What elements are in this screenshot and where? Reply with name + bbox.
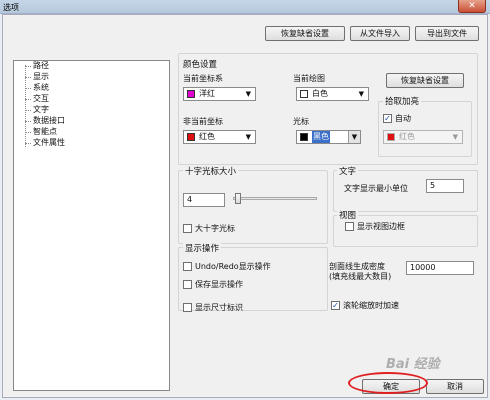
text-group-title: 文字: [337, 165, 359, 177]
swatch-icon: [300, 133, 308, 141]
crosshair-size-input[interactable]: 4: [183, 193, 225, 207]
noncurrent-axis-label: 非当前坐标: [183, 117, 223, 126]
checkbox-icon: [345, 222, 354, 231]
export-file-button[interactable]: 导出到文件: [415, 26, 479, 41]
dialog-content: 恢复缺省设置 从文件导入 导出到文件 路径 显示 系统 交互 文字 数据接口 智…: [2, 14, 488, 398]
baidu-watermark: Bai 经验: [386, 357, 440, 372]
swatch-icon: [187, 133, 195, 141]
checkbox-icon: [183, 224, 192, 233]
checkbox-icon: [183, 303, 192, 312]
category-tree: 路径 显示 系统 交互 文字 数据接口 智能点 文件属性: [13, 60, 170, 391]
cursor-label: 光标: [293, 117, 309, 126]
crosshair-slider-thumb[interactable]: [235, 193, 241, 204]
crosshair-slider[interactable]: [233, 197, 317, 200]
display-ops-title: 显示操作: [183, 242, 222, 254]
min-unit-label: 文字显示最小单位: [344, 184, 408, 193]
checkbox-icon: [183, 262, 192, 271]
checkmark-icon: ✓: [383, 114, 392, 123]
import-file-button[interactable]: 从文件导入: [350, 26, 410, 41]
restore-defaults-top-button[interactable]: 恢复缺省设置: [265, 26, 345, 41]
cancel-button[interactable]: 取消: [426, 379, 484, 394]
show-dimension-checkbox[interactable]: 显示尺寸标识: [183, 303, 283, 313]
dropdown-arrow-icon: ▼: [358, 90, 364, 98]
options-window: 选项 ✕ 恢复缺省设置 从文件导入 导出到文件 路径 显示 系统 交互 文字 数…: [0, 0, 490, 400]
dropdown-arrow-icon: ▼: [245, 133, 251, 141]
save-display-checkbox[interactable]: 保存显示操作: [183, 280, 283, 290]
cursor-color-select[interactable]: 黑色 ▼: [296, 130, 361, 144]
checkbox-icon: [183, 280, 192, 289]
crosshair-title: 十字光标大小: [183, 165, 239, 177]
close-button[interactable]: ✕: [458, 0, 486, 13]
noncurrent-axis-color-select[interactable]: 红色 ▼: [183, 130, 256, 144]
view-group-title: 视图: [337, 209, 359, 221]
section-density-sublabel: (填充线最大数目): [329, 272, 392, 281]
highlight-circle: [348, 372, 428, 394]
current-plot-color-select[interactable]: 白色 ▼: [296, 87, 369, 101]
undo-redo-checkbox[interactable]: Undo/Redo显示操作: [183, 262, 303, 272]
color-settings-title: 颜色设置: [183, 60, 218, 70]
dropdown-arrow-icon: ▼: [348, 131, 360, 143]
pick-highlight-group: [378, 101, 472, 157]
pick-highlight-title: 拾取加亮: [383, 95, 422, 107]
swatch-icon: [387, 133, 395, 141]
current-axis-color-select[interactable]: 洋红 ▼: [183, 87, 256, 101]
current-axis-label: 当前坐标系: [183, 74, 223, 83]
dropdown-arrow-icon: ▼: [452, 133, 458, 141]
show-view-border-checkbox[interactable]: 显示视图边框: [345, 222, 435, 232]
section-density-input[interactable]: 10000: [406, 261, 474, 275]
swatch-icon: [300, 90, 308, 98]
checkmark-icon: ✓: [331, 301, 340, 310]
pick-highlight-color-select[interactable]: 红色 ▼: [383, 130, 463, 144]
close-icon: ✕: [468, 1, 476, 11]
display-ops-group: [178, 247, 328, 311]
restore-colors-button[interactable]: 恢复缺省设置: [386, 73, 464, 88]
pick-auto-checkbox[interactable]: ✓ 自动: [383, 114, 443, 124]
title-bar: 选项 ✕: [0, 0, 490, 14]
window-title: 选项: [3, 3, 19, 12]
wheel-zoom-checkbox[interactable]: ✓ 滚轮缩放时加速: [331, 301, 441, 311]
min-unit-input[interactable]: 5: [426, 179, 464, 193]
swatch-icon: [187, 90, 195, 98]
dropdown-arrow-icon: ▼: [245, 90, 251, 98]
current-plot-label: 当前绘图: [293, 74, 325, 83]
large-crosshair-checkbox[interactable]: 大十字光标: [183, 224, 273, 234]
